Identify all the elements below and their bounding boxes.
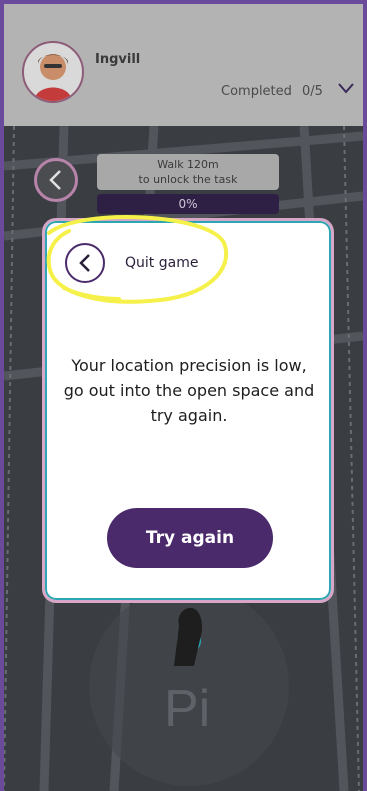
quit-game-button[interactable] xyxy=(65,243,105,283)
dialog-message: Your location precision is low, go out i… xyxy=(59,353,319,428)
walk-subtitle: to unlock the task xyxy=(138,173,238,186)
completed-label: Completed xyxy=(221,84,292,99)
walk-title: Walk 120m xyxy=(157,158,219,171)
chevron-down-icon[interactable] xyxy=(338,81,354,95)
try-again-button[interactable]: Try again xyxy=(107,508,273,568)
message-line: try again. xyxy=(150,406,228,425)
profile-header: Ingvill Completed 0/5 xyxy=(4,4,363,126)
message-line: go out into the open space and xyxy=(63,381,315,400)
quit-game-label[interactable]: Quit game xyxy=(125,255,198,271)
username: Ingvill xyxy=(95,52,141,67)
svg-text:Pi: Pi xyxy=(164,680,210,738)
message-line: Your location precision is low, xyxy=(71,356,307,375)
user-avatar[interactable] xyxy=(22,41,84,103)
walk-progress: 0% xyxy=(97,194,279,214)
location-precision-dialog: Quit game Your location precision is low… xyxy=(42,215,334,603)
completed-count: 0/5 xyxy=(302,84,323,99)
walk-task-card: Walk 120m to unlock the task xyxy=(97,154,279,190)
map-back-button[interactable] xyxy=(34,158,78,202)
chevron-left-icon xyxy=(79,254,90,272)
app-frame: Pi Ingvill Completed 0/5 Walk 120m to un… xyxy=(4,4,363,791)
chevron-left-icon xyxy=(49,170,61,190)
